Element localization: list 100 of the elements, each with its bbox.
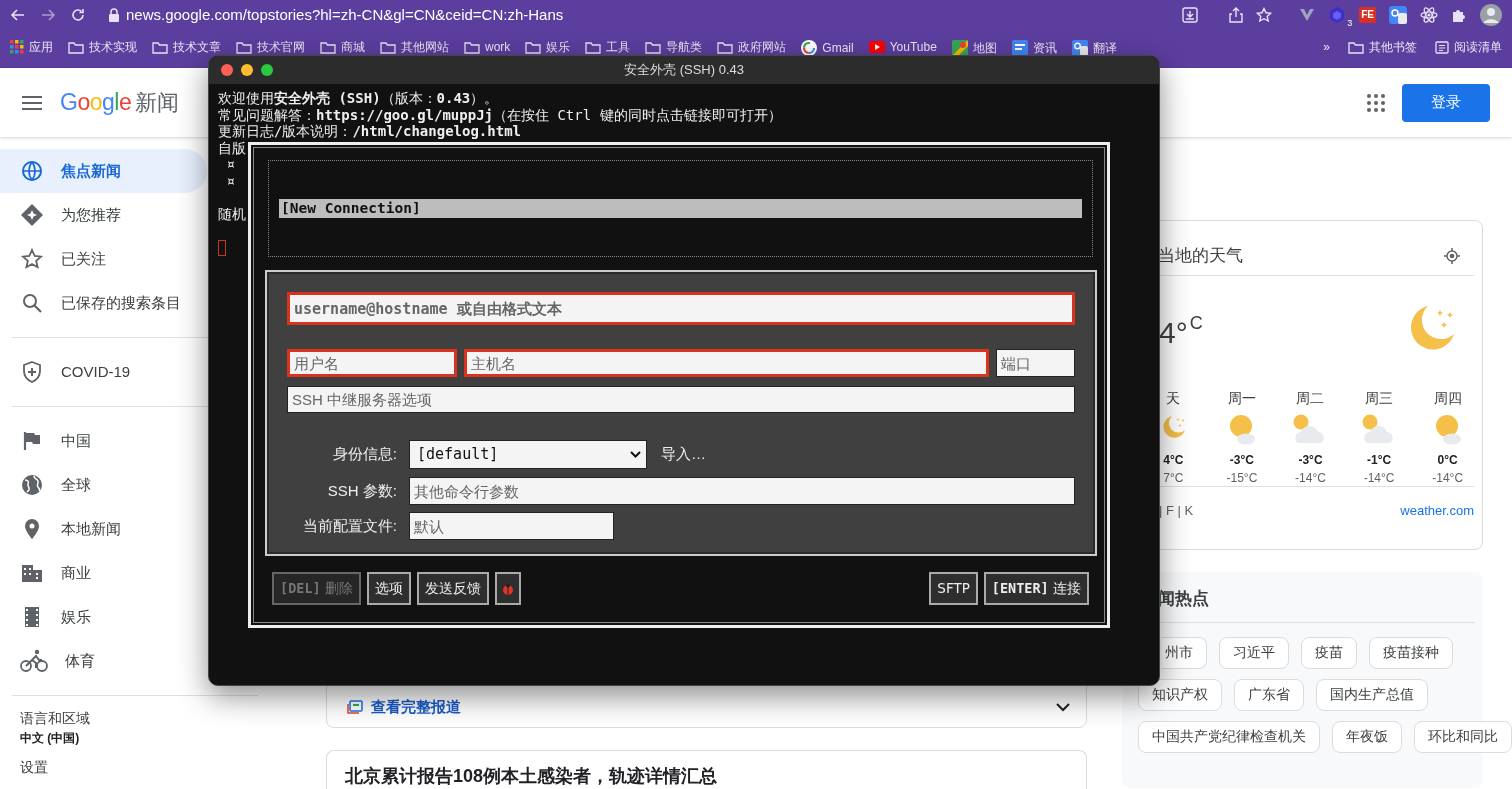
- url-text[interactable]: news.google.com/topstories?hl=zh-CN&gl=CN&ceid=CN:zh-Hans: [126, 3, 564, 27]
- bookmark-link[interactable]: 商城: [341, 40, 365, 54]
- bookmark-link[interactable]: 工具: [606, 40, 631, 54]
- bookmark-link[interactable]: 其他网站: [401, 40, 449, 54]
- sidebar-item[interactable]: 全球: [0, 463, 207, 507]
- forecast-day: 天: [1139, 388, 1208, 409]
- topic-chip[interactable]: 环比和同比: [1414, 720, 1512, 753]
- topic-chip[interactable]: 年夜饭: [1332, 720, 1402, 753]
- source-link[interactable]: weather.com: [1400, 501, 1474, 521]
- sidebar-item[interactable]: 本地新闻: [0, 507, 207, 551]
- terminal-line: 欢迎使用安全外壳 (SSH)（版本：0.43）。: [218, 90, 499, 107]
- topic-chip[interactable]: 广东省: [1234, 678, 1304, 711]
- topic-chip[interactable]: 疫苗接种: [1369, 636, 1453, 669]
- logo[interactable]: Google: [60, 85, 132, 120]
- port-field[interactable]: 端口: [996, 349, 1075, 377]
- maximize-icon[interactable]: [261, 64, 273, 76]
- bookmark-link[interactable]: 政府网站: [738, 40, 787, 54]
- forecast-day: 周四: [1413, 388, 1482, 409]
- bookmark-link[interactable]: work: [485, 40, 511, 54]
- bug-report-button[interactable]: [494, 572, 521, 605]
- map-icon: [951, 40, 968, 56]
- topic-chip[interactable]: 疫苗: [1301, 636, 1357, 669]
- bookmark-link[interactable]: 其他书签: [1369, 40, 1417, 54]
- ssh-arguments-field[interactable]: 其他命令行参数: [409, 477, 1075, 505]
- bookmark-link[interactable]: 娱乐: [546, 40, 571, 54]
- bookmark-link[interactable]: 技术文章: [173, 40, 221, 54]
- full-coverage-link[interactable]: 查看完整报道: [347, 695, 461, 718]
- login-button[interactable]: 登录: [1402, 83, 1490, 122]
- forward-icon[interactable]: [40, 7, 56, 23]
- sidebar-item[interactable]: 焦点新闻: [0, 149, 207, 193]
- window-title: 安全外壳 (SSH) 0.43: [624, 61, 744, 80]
- menu-icon[interactable]: [22, 94, 42, 111]
- location-icon[interactable]: [1444, 248, 1460, 264]
- bookmark-link[interactable]: Gmail: [822, 41, 854, 55]
- sidebar-item[interactable]: 中国: [0, 419, 207, 463]
- bookmark-link[interactable]: 应用: [29, 40, 53, 54]
- settings-link[interactable]: 设置: [0, 757, 258, 778]
- topic-chip[interactable]: 中国共产党纪律检查机关: [1138, 720, 1320, 753]
- folder-icon: [585, 40, 602, 54]
- sidebar-item[interactable]: 为您推荐: [0, 193, 207, 237]
- identity-select[interactable]: [default]: [409, 440, 647, 469]
- folder-icon: [1348, 40, 1364, 54]
- topic-chip[interactable]: 国内生产总值: [1316, 678, 1428, 711]
- atom-icon[interactable]: [1420, 6, 1438, 24]
- dialog-button[interactable]: [ENTER] 连接: [983, 572, 1089, 605]
- bookmark-link[interactable]: 地图: [972, 41, 997, 55]
- temperature: 4°: [1159, 314, 1188, 351]
- bookmark-link[interactable]: 资讯: [1032, 41, 1057, 55]
- youtube-icon: [868, 41, 885, 53]
- more-bookmarks-button[interactable]: »: [1323, 40, 1330, 54]
- relay-field[interactable]: SSH 中继服务器选项: [287, 386, 1075, 413]
- topic-chip[interactable]: 州市: [1162, 636, 1207, 669]
- puzzle-icon[interactable]: [1451, 7, 1467, 23]
- sidebar-item[interactable]: 已关注: [0, 237, 207, 281]
- import-link[interactable]: 导入…: [661, 443, 706, 466]
- low-temperature: 7°C: [1162, 470, 1185, 487]
- extension-icon[interactable]: FE: [1359, 7, 1376, 23]
- profile-field[interactable]: 默认: [409, 512, 614, 540]
- bookmark-link[interactable]: 技术实现: [89, 40, 137, 54]
- earth-icon: [20, 473, 44, 497]
- google-icon: [801, 40, 818, 56]
- avatar-icon[interactable]: [1480, 4, 1502, 26]
- download-icon[interactable]: [1182, 7, 1199, 23]
- sidebar-item[interactable]: 商业: [0, 551, 207, 595]
- translate-icon[interactable]: [1389, 6, 1407, 24]
- folder-icon: [236, 40, 252, 54]
- language-link[interactable]: 中文 (中国): [0, 729, 258, 747]
- ladybug-icon: [501, 583, 514, 596]
- triangle-icon[interactable]: [1299, 8, 1316, 22]
- sidebar-item[interactable]: 娱乐: [0, 595, 207, 639]
- apps-grid-icon[interactable]: [1367, 93, 1385, 112]
- product-name: 新闻: [135, 89, 180, 117]
- reading-list-link[interactable]: 阅读清单: [1454, 40, 1502, 54]
- dialog-button[interactable]: SFTP: [929, 572, 978, 605]
- reload-icon[interactable]: [70, 7, 86, 23]
- topic-chip[interactable]: 知识产权: [1138, 678, 1222, 711]
- topic-chip[interactable]: 习近平: [1219, 636, 1289, 669]
- chevron-down-icon[interactable]: [1056, 703, 1070, 712]
- star-icon[interactable]: [1256, 7, 1273, 23]
- bookmark-link[interactable]: YouTube: [889, 40, 937, 54]
- sidebar-item[interactable]: COVID-19: [0, 350, 207, 394]
- connection-item[interactable]: [New Connection]: [279, 199, 1082, 218]
- bookmark-link[interactable]: 技术官网: [257, 40, 305, 54]
- back-icon[interactable]: [10, 7, 26, 23]
- address-field[interactable]: username@hostname 或自由格式文本: [287, 292, 1075, 325]
- folder-icon: [320, 40, 336, 54]
- hostname-field[interactable]: 主机名: [464, 349, 989, 377]
- field-label: SSH 参数:: [326, 480, 398, 501]
- sidebar-item[interactable]: 体育: [0, 639, 207, 683]
- lock-icon: [108, 8, 120, 22]
- bookmark-link[interactable]: 翻译: [1092, 41, 1117, 55]
- bookmark-link[interactable]: 导航类: [666, 40, 703, 54]
- username-field[interactable]: 用户名: [287, 349, 457, 377]
- sidebar-item[interactable]: 已保存的搜索条目: [0, 281, 207, 325]
- full-coverage-icon: [347, 699, 363, 714]
- share-icon[interactable]: [1229, 7, 1244, 23]
- minimize-icon[interactable]: [241, 64, 253, 76]
- dialog-button[interactable]: 选项: [366, 572, 411, 605]
- dialog-button[interactable]: 发送反馈: [416, 572, 489, 605]
- close-icon[interactable]: [221, 64, 233, 76]
